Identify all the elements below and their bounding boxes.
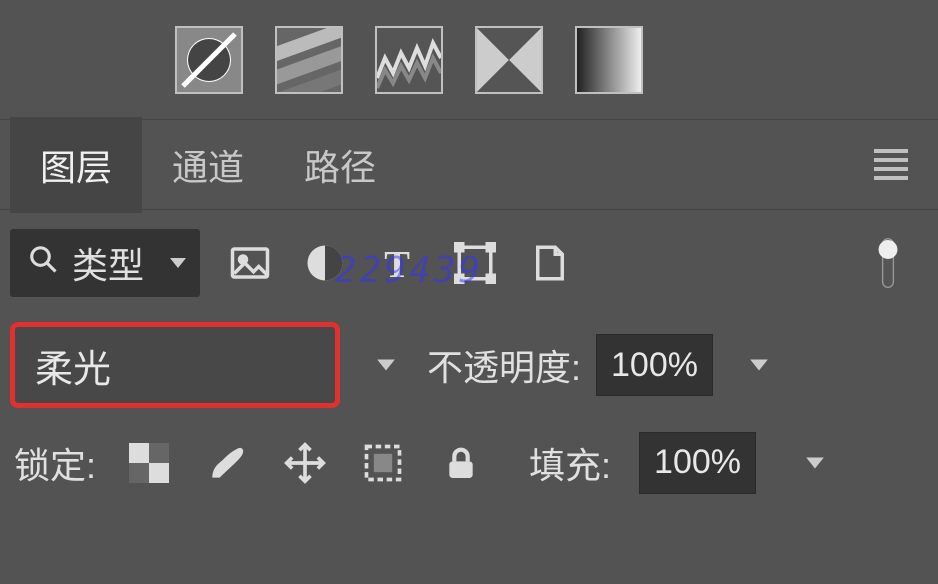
lock-image-pixels-icon[interactable]: [202, 438, 252, 488]
filter-shape-layers-icon[interactable]: [450, 238, 500, 288]
filter-type-label: 类型: [72, 237, 144, 289]
svg-text:T: T: [384, 244, 410, 284]
fill-input[interactable]: 100%: [639, 432, 756, 494]
lock-transparency-icon[interactable]: [124, 438, 174, 488]
gradient-preset-reflected[interactable]: [475, 26, 543, 94]
tab-paths[interactable]: 路径: [274, 117, 406, 213]
filter-type-layers-icon[interactable]: T: [375, 238, 425, 288]
opacity-input[interactable]: 100%: [596, 334, 713, 396]
gradient-preset-foreground-transparent[interactable]: [175, 26, 243, 94]
lock-artboard-icon[interactable]: [358, 438, 408, 488]
lock-row: 锁定: 填充: 100: [0, 415, 938, 510]
fill-chevron-icon[interactable]: [804, 429, 826, 497]
blend-mode-chevron-icon[interactable]: [375, 331, 397, 399]
gradient-preset-stripes[interactable]: [275, 26, 343, 94]
lock-position-icon[interactable]: [280, 438, 330, 488]
fill-label: 填充:: [529, 437, 611, 489]
gradient-preset-linear[interactable]: [575, 26, 643, 94]
filter-smart-objects-icon[interactable]: [525, 238, 575, 288]
gradient-preset-noise[interactable]: [375, 26, 443, 94]
tab-channels[interactable]: 通道: [142, 117, 274, 213]
panel-menu-icon[interactable]: [874, 149, 908, 180]
lock-all-icon[interactable]: [436, 438, 486, 488]
blend-mode-dropdown[interactable]: 柔光: [10, 322, 340, 408]
lock-label: 锁定:: [14, 437, 96, 489]
blend-mode-value: 柔光: [35, 338, 111, 393]
opacity-label: 不透明度:: [427, 339, 581, 391]
search-icon: [28, 244, 58, 282]
filter-type-dropdown[interactable]: 类型: [10, 229, 200, 297]
layer-filter-row: 类型 T: [0, 210, 938, 315]
opacity-chevron-icon[interactable]: [748, 331, 770, 399]
panel-tabs: 图层 通道 路径: [0, 120, 938, 210]
tab-layers[interactable]: 图层: [10, 117, 142, 213]
filter-pixel-layers-icon[interactable]: [225, 238, 275, 288]
filter-adjustment-layers-icon[interactable]: [300, 238, 350, 288]
blend-mode-row: 柔光 不透明度: 100%: [0, 315, 938, 415]
gradient-presets-bar: [0, 0, 938, 120]
chevron-down-icon: [168, 250, 188, 276]
filter-toggle-switch[interactable]: [863, 238, 913, 288]
